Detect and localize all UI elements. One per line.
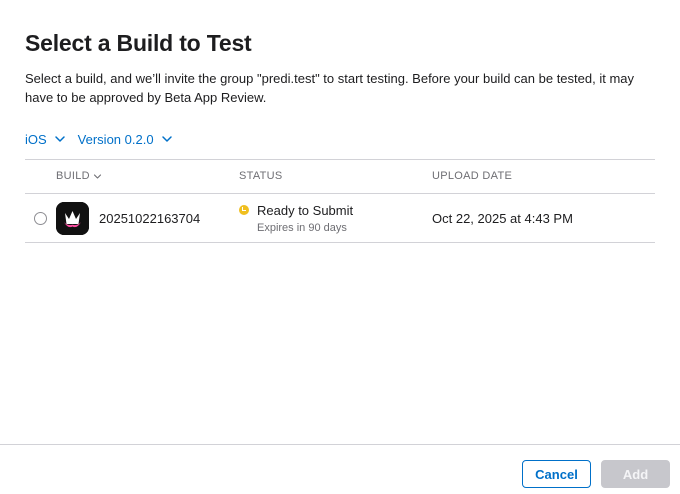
- build-upload-date: Oct 22, 2025 at 4:43 PM: [432, 211, 573, 226]
- column-header-status-label: STATUS: [239, 170, 283, 182]
- version-dropdown[interactable]: Version 0.2.0: [78, 132, 174, 147]
- chevron-down-icon: [53, 132, 67, 146]
- add-button[interactable]: Add: [601, 460, 670, 488]
- table-row[interactable]: 20251022163704 Ready to Submit Expires i…: [25, 194, 655, 243]
- column-header-upload-date: UPLOAD DATE: [432, 170, 512, 182]
- select-build-dialog: Select a Build to Test Select a build, a…: [0, 0, 680, 494]
- platform-dropdown-label: iOS: [25, 131, 47, 147]
- table-header: BUILD STATUS UPLOAD DATE: [25, 159, 655, 194]
- filter-bar: iOS Version 0.2.0: [25, 130, 174, 148]
- build-status-detail: Expires in 90 days: [257, 222, 347, 234]
- dialog-description: Select a build, and we’ll invite the gro…: [25, 71, 635, 105]
- platform-dropdown[interactable]: iOS: [25, 132, 67, 147]
- dialog-title: Select a Build to Test: [25, 30, 252, 56]
- build-number: 20251022163704: [99, 211, 201, 226]
- build-select-radio[interactable]: [34, 212, 47, 225]
- column-header-build[interactable]: BUILD: [56, 170, 102, 182]
- chevron-down-icon: [160, 132, 174, 146]
- dialog-footer: Cancel Add: [0, 444, 680, 494]
- checkmark-circle-icon: [239, 205, 249, 215]
- app-icon: [56, 202, 89, 235]
- version-dropdown-label: Version 0.2.0: [77, 131, 154, 147]
- build-status: Ready to Submit: [257, 203, 354, 218]
- column-header-status: STATUS: [239, 170, 283, 182]
- cancel-button[interactable]: Cancel: [522, 460, 591, 488]
- sort-chevron-icon: [93, 172, 102, 181]
- builds-table: BUILD STATUS UPLOAD DATE 20251022163704 …: [25, 159, 655, 243]
- column-header-build-label: BUILD: [56, 170, 90, 182]
- column-header-upload-date-label: UPLOAD DATE: [432, 170, 513, 182]
